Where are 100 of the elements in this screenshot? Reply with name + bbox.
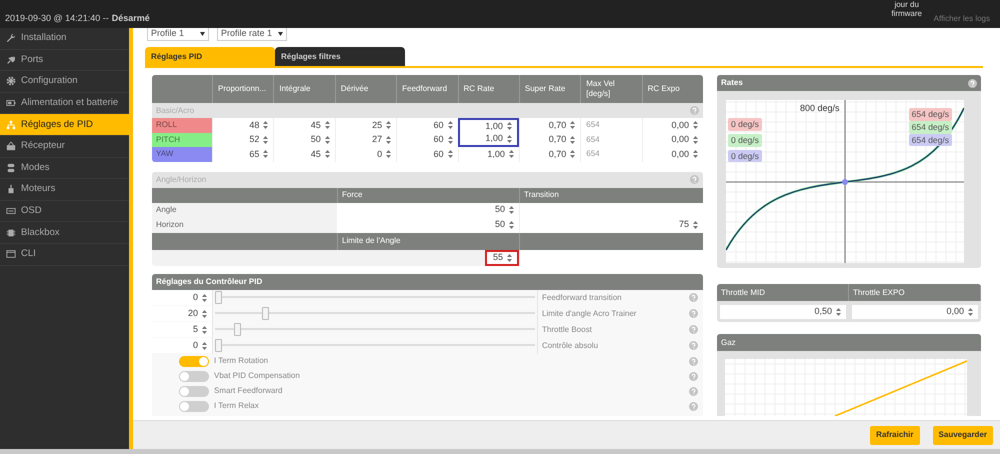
number-field[interactable]: 50 <box>273 132 335 147</box>
slider-thumb[interactable] <box>234 323 241 336</box>
spinner-icon[interactable] <box>448 121 452 130</box>
number-field[interactable]: 65 <box>212 147 274 162</box>
number-field[interactable]: 60 <box>396 132 458 147</box>
number-field[interactable]: 0,70 <box>518 118 580 132</box>
section-label: Basic/Acro <box>156 104 194 116</box>
sidebar-item[interactable]: Ports <box>0 50 129 72</box>
number-field[interactable]: 55 <box>485 250 519 266</box>
spinner-icon[interactable] <box>324 121 330 130</box>
number-field[interactable]: 45 <box>273 147 335 162</box>
number-field[interactable]: 50 <box>337 218 519 232</box>
spinner-icon[interactable] <box>263 121 268 130</box>
number-field[interactable]: 0,70 <box>518 132 580 147</box>
slider-thumb[interactable] <box>215 291 222 304</box>
number-field[interactable]: 48 <box>212 118 274 132</box>
sidebar-item[interactable]: Récepteur <box>0 136 129 158</box>
spinner-icon[interactable] <box>693 136 698 144</box>
footer-button[interactable]: Rafraichir <box>870 426 920 444</box>
spinner-icon[interactable] <box>693 150 698 158</box>
number-field[interactable]: 60 <box>396 147 458 162</box>
firmware-button[interactable]: jour du firmware <box>890 0 924 18</box>
number-field[interactable]: 0,00 <box>642 132 703 147</box>
number-field[interactable]: 75 <box>519 218 703 232</box>
slider-thumb[interactable] <box>215 339 222 352</box>
tab[interactable]: Réglages filtres <box>275 47 405 66</box>
sidebar-item[interactable]: Installation <box>0 28 129 50</box>
number-field[interactable]: 1,00 <box>458 147 519 162</box>
toggle-switch[interactable] <box>179 356 209 366</box>
switch-icon <box>6 162 16 173</box>
slider[interactable] <box>215 339 535 352</box>
spinner-icon[interactable] <box>570 136 576 144</box>
number-field[interactable]: 52 <box>212 132 274 147</box>
spinner-icon[interactable] <box>693 221 698 229</box>
logs-link[interactable]: Afficher les logs <box>934 13 990 25</box>
sidebar-item[interactable]: Modes <box>0 158 129 180</box>
slider[interactable] <box>215 291 535 304</box>
spinner-icon[interactable] <box>202 310 207 318</box>
number-field[interactable]: 0,00 <box>642 147 703 162</box>
spinner-icon[interactable] <box>202 326 207 334</box>
sidebar-item[interactable]: CLI <box>0 244 129 266</box>
table-cell: 654 <box>580 147 642 162</box>
number-field[interactable]: 25 <box>334 118 396 132</box>
spinner-icon[interactable] <box>324 136 330 144</box>
number-field[interactable]: 20 <box>152 306 212 321</box>
number-field[interactable]: 0 <box>152 338 212 353</box>
spinner-icon[interactable] <box>506 134 512 143</box>
sidebar-item[interactable]: Configuration <box>0 71 129 93</box>
table-cell: 654 <box>580 118 642 132</box>
spinner-icon[interactable] <box>386 150 392 158</box>
spinner-icon[interactable] <box>509 206 514 214</box>
column-header: Dérivée <box>334 75 396 103</box>
slider-thumb[interactable] <box>262 307 269 320</box>
spinner-icon[interactable] <box>202 342 207 350</box>
rate-label: 654 deg/s <box>908 120 952 134</box>
number-field[interactable]: 1,00 <box>458 132 519 147</box>
number-field[interactable]: 0,00 <box>852 304 978 318</box>
spinner-icon[interactable] <box>509 221 514 229</box>
profile-select[interactable]: Profile 1 <box>147 28 209 41</box>
spinner-icon[interactable] <box>448 150 452 158</box>
profile-select[interactable]: Profile rate 1 <box>217 28 288 41</box>
number-field[interactable]: 0,50 <box>720 304 846 318</box>
toggle-switch[interactable] <box>179 400 209 412</box>
slider[interactable] <box>215 323 535 336</box>
number-field[interactable]: 0 <box>334 147 396 162</box>
number-field[interactable]: 1,00 <box>458 118 519 132</box>
number-field[interactable]: 50 <box>337 202 519 218</box>
spinner-icon[interactable] <box>506 122 512 130</box>
sidebar-item[interactable]: Blackbox <box>0 222 129 244</box>
number-field[interactable]: 0,70 <box>518 147 580 162</box>
tab[interactable]: Réglages PID <box>145 47 275 66</box>
slider[interactable] <box>215 307 535 320</box>
number-field[interactable]: 5 <box>152 322 212 337</box>
number-field[interactable]: 45 <box>273 118 335 132</box>
spinner-icon[interactable] <box>508 150 514 158</box>
spinner-icon[interactable] <box>836 308 841 316</box>
spinner-icon[interactable] <box>507 254 512 262</box>
spinner-icon[interactable] <box>570 121 576 130</box>
spinner-icon[interactable] <box>386 121 392 130</box>
spinner-icon[interactable] <box>968 308 973 316</box>
sidebar-item[interactable]: Moteurs <box>0 179 129 201</box>
number-field[interactable]: 0,00 <box>642 118 703 132</box>
number-field[interactable]: 0 <box>152 290 212 305</box>
toggle-switch[interactable] <box>179 370 209 382</box>
spinner-icon[interactable] <box>448 136 452 144</box>
spinner-icon[interactable] <box>693 121 698 130</box>
spinner-icon[interactable] <box>263 150 268 158</box>
spinner-icon[interactable] <box>570 150 576 158</box>
number-field[interactable]: 60 <box>396 118 458 132</box>
spinner-icon[interactable] <box>324 150 330 158</box>
spinner-icon[interactable] <box>202 294 207 302</box>
sidebar-item[interactable]: Réglages de PID <box>0 114 129 136</box>
sidebar-item[interactable]: OSD <box>0 200 129 222</box>
help-icon[interactable] <box>968 78 977 88</box>
number-field[interactable]: 27 <box>334 132 396 147</box>
column-header: Force <box>337 188 519 202</box>
spinner-icon[interactable] <box>386 136 392 144</box>
footer-button[interactable]: Sauvegarder <box>932 426 993 444</box>
toggle-switch[interactable] <box>179 386 209 396</box>
spinner-icon[interactable] <box>263 136 268 144</box>
